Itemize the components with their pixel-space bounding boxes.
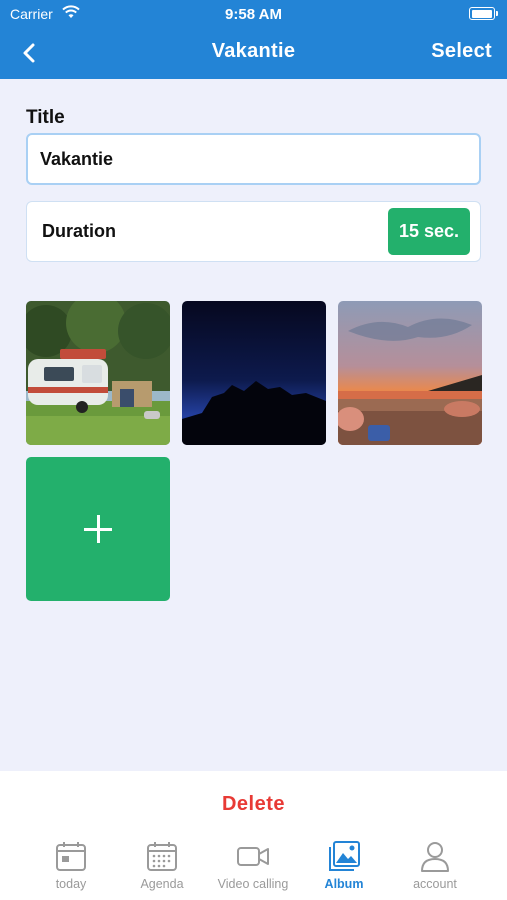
tab-agenda[interactable]: Agenda — [117, 839, 207, 900]
duration-value-button[interactable]: 15 sec. — [388, 208, 470, 255]
duration-row[interactable]: Duration 15 sec. — [26, 201, 481, 262]
tab-video-calling-label: Video calling — [217, 877, 289, 891]
calendar-grid-icon — [147, 842, 177, 871]
tab-today-label: today — [55, 877, 87, 891]
bottom-panel: Delete today Agenda Video calling Album … — [0, 771, 507, 900]
tab-album-label: Album — [324, 877, 364, 891]
tab-account-label: account — [413, 877, 457, 891]
tab-today[interactable]: today — [26, 839, 116, 900]
tab-account[interactable]: account — [390, 839, 480, 900]
tab-bar: today Agenda Video calling Album account — [0, 839, 507, 900]
select-button[interactable]: Select — [431, 40, 492, 63]
photo-sunset-beach[interactable] — [338, 301, 482, 445]
calendar-day-icon — [56, 842, 86, 871]
title-input[interactable] — [26, 133, 481, 185]
navigation-bar: Vakantie Select — [0, 28, 507, 79]
status-time: 9:58 AM — [225, 6, 282, 23]
delete-button[interactable]: Delete — [0, 793, 507, 816]
tab-video-calling[interactable]: Video calling — [208, 839, 298, 900]
video-camera-icon — [237, 847, 269, 866]
battery-icon — [469, 7, 498, 20]
photo-album-icon — [329, 841, 360, 871]
header: Carrier 9:58 AM Vakantie Select — [0, 0, 507, 79]
status-bar: Carrier 9:58 AM — [0, 0, 507, 28]
tab-agenda-label: Agenda — [140, 877, 184, 891]
add-photo-button[interactable] — [26, 457, 170, 601]
duration-label: Duration — [42, 221, 116, 241]
title-label: Title — [26, 107, 65, 128]
photo-night-sky[interactable] — [182, 301, 326, 445]
person-icon — [421, 842, 449, 872]
photo-caravan[interactable] — [26, 301, 170, 445]
tab-album[interactable]: Album — [299, 839, 389, 900]
